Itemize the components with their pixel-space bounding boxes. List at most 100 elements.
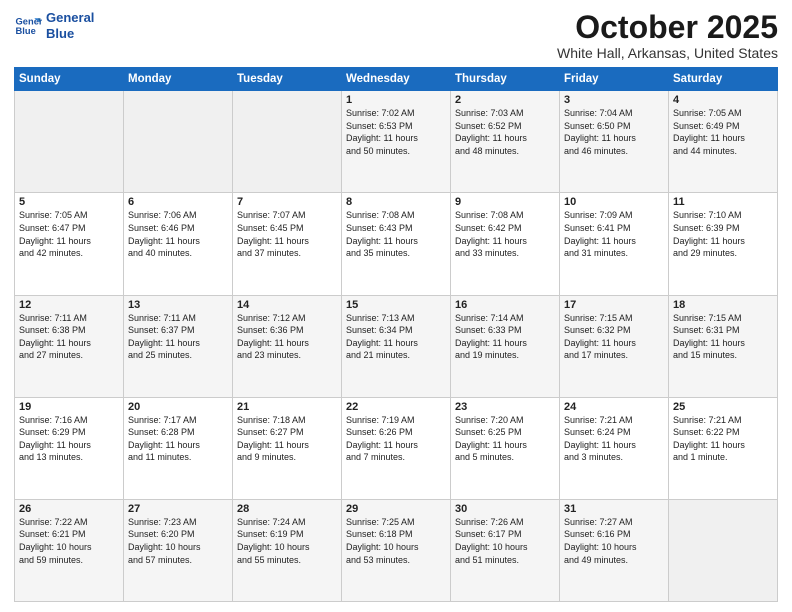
day-number: 6 xyxy=(128,196,228,208)
title-block: October 2025 White Hall, Arkansas, Unite… xyxy=(557,10,778,61)
day-number: 20 xyxy=(128,401,228,413)
day-info: Sunrise: 7:08 AM Sunset: 6:42 PM Dayligh… xyxy=(455,210,527,258)
day-info: Sunrise: 7:05 AM Sunset: 6:47 PM Dayligh… xyxy=(19,210,91,258)
calendar-day-12: 12 Sunrise: 7:11 AM Sunset: 6:38 PM Dayli… xyxy=(15,295,124,397)
day-info: Sunrise: 7:10 AM Sunset: 6:39 PM Dayligh… xyxy=(673,210,745,258)
day-number: 5 xyxy=(19,196,119,208)
day-number: 12 xyxy=(19,299,119,311)
day-info: Sunrise: 7:16 AM Sunset: 6:29 PM Dayligh… xyxy=(19,415,91,463)
day-info: Sunrise: 7:11 AM Sunset: 6:38 PM Dayligh… xyxy=(19,313,91,361)
calendar-day-27: 27 Sunrise: 7:23 AM Sunset: 6:20 PM Dayli… xyxy=(124,499,233,601)
day-number: 15 xyxy=(346,299,446,311)
day-number: 23 xyxy=(455,401,555,413)
calendar-header-friday: Friday xyxy=(560,68,669,91)
day-info: Sunrise: 7:13 AM Sunset: 6:34 PM Dayligh… xyxy=(346,313,418,361)
calendar-day-29: 29Sunrise: 7:25 AM Sunset: 6:18 PM Dayli… xyxy=(342,499,451,601)
calendar-day-18: 18 Sunrise: 7:15 AM Sunset: 6:31 PM Dayli… xyxy=(669,295,778,397)
page: General Blue General Blue October 2025 W… xyxy=(0,0,792,612)
day-info: Sunrise: 7:07 AM Sunset: 6:45 PM Dayligh… xyxy=(237,210,309,258)
day-number: 11 xyxy=(673,196,773,208)
calendar-day-11: 11 Sunrise: 7:10 AM Sunset: 6:39 PM Dayli… xyxy=(669,193,778,295)
calendar-week-3: 12 Sunrise: 7:11 AM Sunset: 6:38 PM Dayli… xyxy=(15,295,778,397)
svg-text:General: General xyxy=(16,16,42,26)
day-info: Sunrise: 7:09 AM Sunset: 6:41 PM Dayligh… xyxy=(564,210,636,258)
month-title: October 2025 xyxy=(557,10,778,45)
calendar-day-19: 19 Sunrise: 7:16 AM Sunset: 6:29 PM Dayli… xyxy=(15,397,124,499)
day-info: Sunrise: 7:14 AM Sunset: 6:33 PM Dayligh… xyxy=(455,313,527,361)
calendar-day-23: 23Sunrise: 7:20 AM Sunset: 6:25 PM Dayli… xyxy=(451,397,560,499)
logo-icon: General Blue xyxy=(14,12,42,40)
day-number: 2 xyxy=(455,94,555,106)
calendar-day-30: 30 Sunrise: 7:26 AM Sunset: 6:17 PM Dayli… xyxy=(451,499,560,601)
day-number: 28 xyxy=(237,503,337,515)
calendar-day-8: 8Sunrise: 7:08 AM Sunset: 6:43 PM Daylig… xyxy=(342,193,451,295)
calendar-header-monday: Monday xyxy=(124,68,233,91)
day-number: 25 xyxy=(673,401,773,413)
day-info: Sunrise: 7:19 AM Sunset: 6:26 PM Dayligh… xyxy=(346,415,418,463)
logo-text-blue: Blue xyxy=(46,26,94,42)
calendar-empty-cell xyxy=(669,499,778,601)
calendar-week-5: 26 Sunrise: 7:22 AM Sunset: 6:21 PM Dayli… xyxy=(15,499,778,601)
day-number: 27 xyxy=(128,503,228,515)
day-info: Sunrise: 7:02 AM Sunset: 6:53 PM Dayligh… xyxy=(346,108,418,156)
calendar-day-31: 31Sunrise: 7:27 AM Sunset: 6:16 PM Dayli… xyxy=(560,499,669,601)
calendar-day-3: 3Sunrise: 7:04 AM Sunset: 6:50 PM Daylig… xyxy=(560,91,669,193)
calendar-header-thursday: Thursday xyxy=(451,68,560,91)
day-number: 8 xyxy=(346,196,446,208)
day-number: 26 xyxy=(19,503,119,515)
day-number: 31 xyxy=(564,503,664,515)
day-number: 29 xyxy=(346,503,446,515)
calendar-day-9: 9Sunrise: 7:08 AM Sunset: 6:42 PM Daylig… xyxy=(451,193,560,295)
day-info: Sunrise: 7:22 AM Sunset: 6:21 PM Dayligh… xyxy=(19,517,92,565)
day-info: Sunrise: 7:06 AM Sunset: 6:46 PM Dayligh… xyxy=(128,210,200,258)
logo: General Blue General Blue xyxy=(14,10,94,41)
day-info: Sunrise: 7:23 AM Sunset: 6:20 PM Dayligh… xyxy=(128,517,201,565)
calendar-day-16: 16 Sunrise: 7:14 AM Sunset: 6:33 PM Dayli… xyxy=(451,295,560,397)
day-info: Sunrise: 7:05 AM Sunset: 6:49 PM Dayligh… xyxy=(673,108,745,156)
calendar-day-25: 25 Sunrise: 7:21 AM Sunset: 6:22 PM Dayli… xyxy=(669,397,778,499)
calendar-empty-cell xyxy=(233,91,342,193)
calendar-empty-cell xyxy=(15,91,124,193)
day-info: Sunrise: 7:12 AM Sunset: 6:36 PM Dayligh… xyxy=(237,313,309,361)
day-info: Sunrise: 7:15 AM Sunset: 6:31 PM Dayligh… xyxy=(673,313,745,361)
calendar-header-tuesday: Tuesday xyxy=(233,68,342,91)
day-info: Sunrise: 7:15 AM Sunset: 6:32 PM Dayligh… xyxy=(564,313,636,361)
calendar-header-saturday: Saturday xyxy=(669,68,778,91)
calendar-header-wednesday: Wednesday xyxy=(342,68,451,91)
day-number: 18 xyxy=(673,299,773,311)
day-number: 30 xyxy=(455,503,555,515)
day-number: 1 xyxy=(346,94,446,106)
calendar-day-5: 5 Sunrise: 7:05 AM Sunset: 6:47 PM Daylig… xyxy=(15,193,124,295)
day-number: 24 xyxy=(564,401,664,413)
day-number: 14 xyxy=(237,299,337,311)
day-info: Sunrise: 7:21 AM Sunset: 6:24 PM Dayligh… xyxy=(564,415,636,463)
calendar-day-7: 7Sunrise: 7:07 AM Sunset: 6:45 PM Daylig… xyxy=(233,193,342,295)
calendar-day-24: 24 Sunrise: 7:21 AM Sunset: 6:24 PM Dayli… xyxy=(560,397,669,499)
day-info: Sunrise: 7:11 AM Sunset: 6:37 PM Dayligh… xyxy=(128,313,200,361)
calendar-day-14: 14 Sunrise: 7:12 AM Sunset: 6:36 PM Dayli… xyxy=(233,295,342,397)
calendar-day-22: 22Sunrise: 7:19 AM Sunset: 6:26 PM Dayli… xyxy=(342,397,451,499)
calendar-header-sunday: Sunday xyxy=(15,68,124,91)
svg-text:Blue: Blue xyxy=(16,25,36,35)
calendar-day-13: 13 Sunrise: 7:11 AM Sunset: 6:37 PM Dayli… xyxy=(124,295,233,397)
calendar-day-21: 21Sunrise: 7:18 AM Sunset: 6:27 PM Dayli… xyxy=(233,397,342,499)
day-number: 19 xyxy=(19,401,119,413)
calendar-header-row: SundayMondayTuesdayWednesdayThursdayFrid… xyxy=(15,68,778,91)
day-number: 3 xyxy=(564,94,664,106)
calendar-week-1: 1 Sunrise: 7:02 AM Sunset: 6:53 PM Daylig… xyxy=(15,91,778,193)
day-info: Sunrise: 7:26 AM Sunset: 6:17 PM Dayligh… xyxy=(455,517,528,565)
day-info: Sunrise: 7:21 AM Sunset: 6:22 PM Dayligh… xyxy=(673,415,745,463)
header: General Blue General Blue October 2025 W… xyxy=(14,10,778,61)
calendar-day-26: 26 Sunrise: 7:22 AM Sunset: 6:21 PM Dayli… xyxy=(15,499,124,601)
location: White Hall, Arkansas, United States xyxy=(557,45,778,61)
day-number: 16 xyxy=(455,299,555,311)
calendar-day-2: 2 Sunrise: 7:03 AM Sunset: 6:52 PM Daylig… xyxy=(451,91,560,193)
calendar-day-28: 28 Sunrise: 7:24 AM Sunset: 6:19 PM Dayli… xyxy=(233,499,342,601)
calendar-empty-cell xyxy=(124,91,233,193)
calendar-day-10: 10Sunrise: 7:09 AM Sunset: 6:41 PM Dayli… xyxy=(560,193,669,295)
day-number: 13 xyxy=(128,299,228,311)
calendar-day-4: 4Sunrise: 7:05 AM Sunset: 6:49 PM Daylig… xyxy=(669,91,778,193)
day-info: Sunrise: 7:24 AM Sunset: 6:19 PM Dayligh… xyxy=(237,517,310,565)
day-number: 21 xyxy=(237,401,337,413)
day-info: Sunrise: 7:03 AM Sunset: 6:52 PM Dayligh… xyxy=(455,108,527,156)
